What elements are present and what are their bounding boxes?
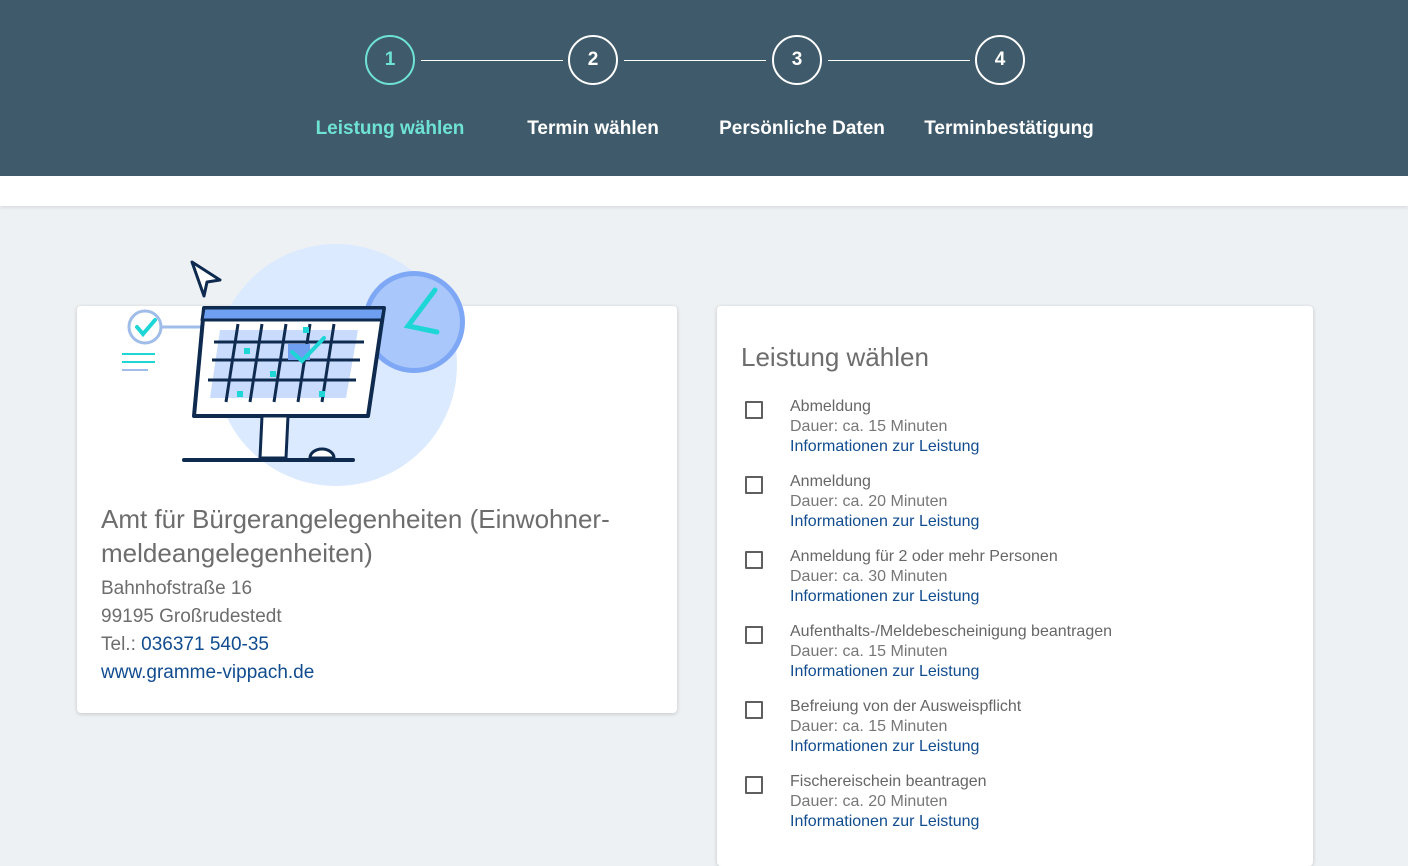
progress-header: 1 2 3 4 Leistung wählen Termin wählen Pe… [0,0,1408,176]
step-2-label: Termin wählen [527,118,659,139]
service-info-link[interactable]: Informationen zur Leistung [790,813,979,831]
step-1-circle: 1 [365,35,415,85]
service-name: Anmeldung für 2 oder mehr Personen [790,548,1058,565]
step-1-label: Leistung wählen [315,118,465,139]
service-duration: Dauer: ca. 15 Minuten [790,418,948,435]
service-duration: Dauer: ca. 15 Minuten [790,718,948,735]
service-item: Anmeldung Dauer: ca. 20 Minuten Informat… [741,473,1281,535]
service-checkbox[interactable] [745,776,763,794]
service-duration: Dauer: ca. 30 Minuten [790,568,948,585]
office-name: Amt für Bürgerangelegenheiten (Einwohner… [101,504,610,568]
service-item: Aufenthalts-/Meldebescheinigung beantrag… [741,623,1281,685]
service-name: Abmeldung [790,398,871,415]
service-info-link[interactable]: Informationen zur Leistung [790,513,979,531]
service-name: Anmeldung [790,473,871,490]
step-connector [624,60,766,61]
phone-link[interactable]: 036371 540-35 [141,634,269,655]
service-checkbox[interactable] [745,626,763,644]
service-checkbox[interactable] [745,476,763,494]
office-website-row: www.gramme-vippach.de [101,662,314,684]
service-checkbox[interactable] [745,401,763,419]
phone-label: Tel.: [101,634,136,655]
office-street: Bahnhofstraße 16 [101,578,253,599]
calendar-monitor-illustration [122,244,465,486]
step-2-circle: 2 [568,35,618,85]
service-info-link[interactable]: Informationen zur Leistung [790,738,979,756]
service-duration: Dauer: ca. 20 Minuten [790,493,948,510]
service-heading: Leistung wählen [741,342,929,372]
service-checkbox[interactable] [745,701,763,719]
step-3-label: Persönliche Daten [719,118,885,139]
service-item: Anmeldung für 2 oder mehr Personen Dauer… [741,548,1281,610]
office-phone-row: Tel.: 036371 540-35 [101,634,269,656]
header-strip [0,176,1408,206]
service-checkbox[interactable] [745,551,763,569]
service-duration: Dauer: ca. 20 Minuten [790,793,948,810]
service-item: Fischereischein beantragen Dauer: ca. 20… [741,773,1281,835]
service-duration: Dauer: ca. 15 Minuten [790,643,948,660]
service-name: Befreiung von der Ausweispflicht [790,698,1022,715]
office-city: 99195 Großrudestedt [101,606,282,627]
step-4-circle: 4 [975,35,1025,85]
service-item: Abmeldung Dauer: ca. 15 Minuten Informat… [741,398,1281,460]
service-info-link[interactable]: Informationen zur Leistung [790,663,979,681]
service-item: Befreiung von der Ausweispflicht Dauer: … [741,698,1281,760]
service-info-link[interactable]: Informationen zur Leistung [790,588,979,606]
step-4-label: Terminbestätigung [924,118,1094,139]
step-connector [421,60,563,61]
service-info-link[interactable]: Informationen zur Leistung [790,438,979,456]
step-3-circle: 3 [772,35,822,85]
service-name: Fischereischein beantragen [790,773,987,790]
website-link[interactable]: www.gramme-vippach.de [101,662,314,683]
service-name: Aufenthalts-/Meldebescheinigung beantrag… [790,623,1113,640]
step-connector [828,60,970,61]
